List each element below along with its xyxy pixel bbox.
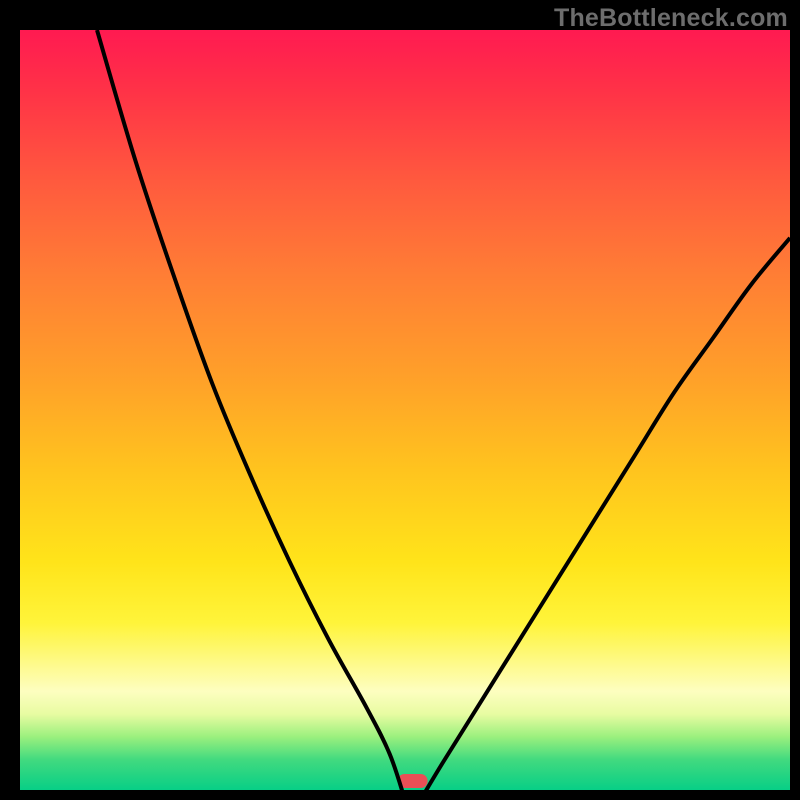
plot-area [20, 30, 790, 790]
chart-frame: TheBottleneck.com [0, 0, 800, 800]
curve-left-path [97, 30, 405, 800]
curve-right-path [420, 238, 790, 800]
bottleneck-curve [20, 30, 790, 800]
watermark-text: TheBottleneck.com [554, 4, 788, 33]
